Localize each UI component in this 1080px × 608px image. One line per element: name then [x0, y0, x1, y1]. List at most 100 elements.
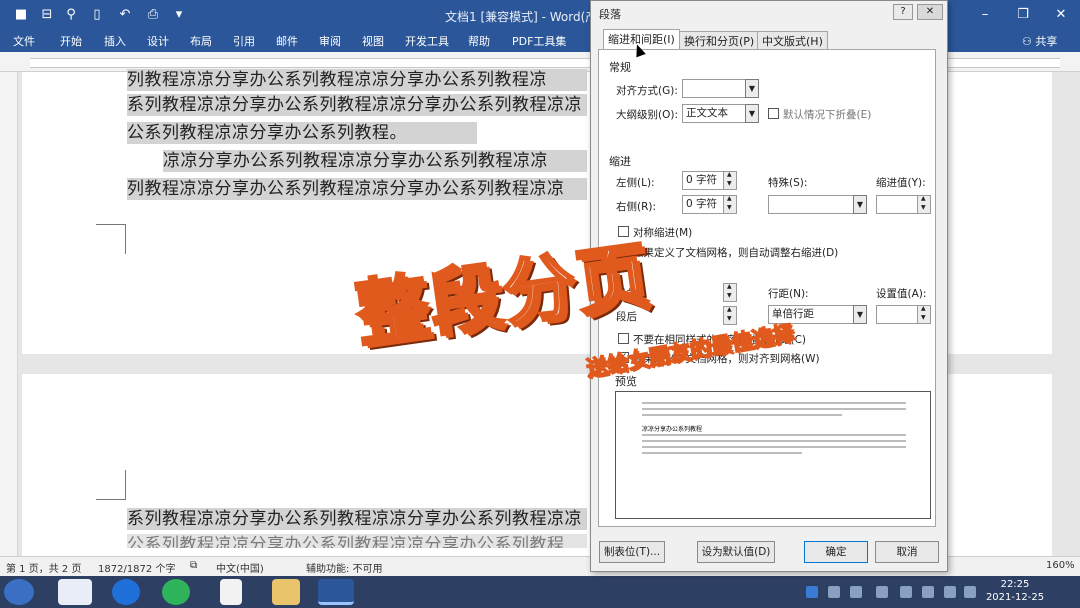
ime-icon[interactable]	[806, 586, 818, 598]
menu-review[interactable]: 审阅	[319, 33, 341, 49]
share-label: 共享	[1035, 35, 1058, 48]
dialog-close-button[interactable]: ✕	[917, 4, 943, 20]
doc-line[interactable]: 凉凉分享办公系列教程凉凉分享办公系列教程凉凉	[163, 150, 587, 172]
tray-icon[interactable]	[850, 586, 862, 598]
flash-icon[interactable]	[112, 579, 140, 605]
line-spacing-label: 行距(N):	[768, 288, 809, 300]
word-app-icon[interactable]	[318, 579, 354, 605]
section-indentation: 缩进	[609, 155, 631, 168]
share-button[interactable]: ⚇ 共享	[1022, 33, 1057, 49]
menu-home[interactable]: 开始	[60, 33, 82, 49]
doc-line[interactable]: 系列教程凉凉分享办公系列教程凉凉分享办公系列教程凉凉	[127, 508, 587, 530]
section-general: 常规	[609, 61, 631, 74]
proofing-icon[interactable]: ⧉	[190, 560, 197, 571]
baidu-netdisk-icon[interactable]	[58, 579, 92, 605]
autosave-icon[interactable]: ⊟	[38, 6, 56, 24]
spacing-at-label: 设置值(A):	[876, 288, 927, 300]
menu-file[interactable]: 文件	[13, 33, 35, 49]
wechat-icon[interactable]	[162, 579, 190, 605]
word-count[interactable]: 1872/1872 个字	[98, 560, 175, 575]
help-button[interactable]: ?	[893, 4, 913, 20]
menu-mailings[interactable]: 邮件	[276, 33, 298, 49]
dialog-title: 段落	[599, 8, 621, 21]
special-label: 特殊(S):	[768, 177, 808, 189]
indent-by-spinner[interactable]	[917, 195, 931, 214]
tabs-button[interactable]: 制表位(T)...	[599, 541, 665, 563]
menu-pdf-tools[interactable]: PDF工具集	[512, 33, 566, 49]
ime-mode-icon[interactable]	[964, 586, 976, 598]
collapse-checkbox[interactable]	[768, 108, 779, 119]
new-doc-icon[interactable]: ▯	[88, 6, 106, 24]
volume-icon[interactable]	[922, 586, 934, 598]
preview-line	[642, 402, 906, 404]
indent-by-input[interactable]	[876, 195, 918, 214]
tray-icon[interactable]	[876, 586, 888, 598]
menu-layout[interactable]: 布局	[190, 33, 212, 49]
preview-line	[642, 408, 906, 410]
spacing-at-spinner[interactable]	[917, 305, 931, 324]
clock[interactable]: 22:25 2021-12-25	[985, 578, 1045, 604]
undo-icon[interactable]: ↶	[116, 6, 134, 24]
tab-line-page-breaks[interactable]: 换行和分页(P)	[679, 31, 760, 49]
page-count[interactable]: 第 1 页，共 2 页	[6, 560, 81, 575]
preview-line	[642, 452, 802, 454]
preview-line	[642, 414, 842, 416]
chevron-down-icon[interactable]: ▼	[853, 305, 867, 324]
doc-line[interactable]: 列教程凉凉分享办公系列教程凉凉分享办公系列教程凉	[127, 69, 587, 91]
restore-icon[interactable]: ❐	[1008, 4, 1038, 26]
outline-level-label: 大纲级别(O):	[616, 109, 678, 121]
set-default-button[interactable]: 设为默认值(D)	[697, 541, 775, 563]
menu-references[interactable]: 引用	[233, 33, 255, 49]
customize-icon[interactable]: ▾	[170, 6, 188, 24]
language-indicator[interactable]: 中文(中国)	[216, 560, 264, 575]
tray-icon[interactable]	[828, 586, 840, 598]
preview-line	[642, 446, 906, 448]
margin-mark	[96, 470, 126, 500]
chevron-down-icon[interactable]: ▼	[745, 79, 759, 98]
taskbar: 22:25 2021-12-25	[0, 576, 1080, 608]
outline-level-select[interactable]: 正文文本	[682, 104, 746, 123]
clock-time: 22:25	[1000, 579, 1030, 590]
start-icon[interactable]	[4, 579, 34, 605]
right-indent-label: 右侧(R):	[616, 201, 657, 213]
menu-help[interactable]: 帮助	[468, 33, 490, 49]
spacing-at-input[interactable]	[876, 305, 918, 324]
paragraph-preview: 凉凉分享办公系列教程	[615, 391, 931, 519]
special-select[interactable]	[768, 195, 856, 214]
menu-developer[interactable]: 开发工具	[405, 33, 449, 49]
file-icon[interactable]	[220, 579, 242, 605]
doc-line[interactable]: 系列教程凉凉分享办公系列教程凉凉分享办公系列教程凉凉	[127, 94, 587, 116]
network-icon[interactable]	[900, 586, 912, 598]
indent-by-label: 缩进值(Y):	[876, 177, 926, 189]
battery-icon[interactable]	[944, 586, 956, 598]
user-icon: ⚇	[1022, 35, 1036, 48]
accessibility-status[interactable]: 辅助功能: 不可用	[306, 560, 383, 575]
preview-sample-text: 凉凉分享办公系列教程	[642, 426, 703, 433]
save-icon[interactable]: ■	[12, 6, 30, 24]
chevron-down-icon[interactable]: ▼	[853, 195, 867, 214]
folder-icon[interactable]	[272, 579, 300, 605]
left-indent-input[interactable]: 0 字符	[682, 171, 724, 190]
print-preview-icon[interactable]: ⎙	[144, 6, 162, 24]
clock-date: 2021-12-25	[985, 592, 1045, 603]
cancel-button[interactable]: 取消	[875, 541, 939, 563]
left-indent-spinner[interactable]	[723, 171, 737, 190]
close-icon[interactable]: ✕	[1046, 4, 1076, 26]
doc-line[interactable]: 列教程凉凉分享办公系列教程凉凉分享办公系列教程凉凉	[127, 178, 587, 200]
window-title: 文档1 [兼容模式] - Word(产品	[445, 10, 610, 24]
minimize-icon[interactable]: –	[970, 4, 1000, 26]
menu-design[interactable]: 设计	[147, 33, 169, 49]
alignment-select[interactable]	[682, 79, 746, 98]
doc-line[interactable]: 公系列教程凉凉分享办公系列教程。	[127, 122, 477, 144]
zoom-level[interactable]: 160%	[1046, 560, 1075, 571]
tab-asian-typography[interactable]: 中文版式(H)	[757, 31, 828, 49]
chevron-down-icon[interactable]: ▼	[745, 104, 759, 123]
preview-line	[642, 434, 906, 436]
collapse-label: 默认情况下折叠(E)	[783, 109, 872, 121]
menu-insert[interactable]: 插入	[104, 33, 126, 49]
doc-line[interactable]: 公系列教程凉凉分享办公系列教程凉凉分享办公系列教程	[127, 534, 587, 548]
menu-view[interactable]: 视图	[362, 33, 384, 49]
ok-button[interactable]: 确定	[804, 541, 868, 563]
vertical-ruler[interactable]	[0, 72, 18, 556]
search-icon[interactable]: ⚲	[62, 6, 80, 24]
